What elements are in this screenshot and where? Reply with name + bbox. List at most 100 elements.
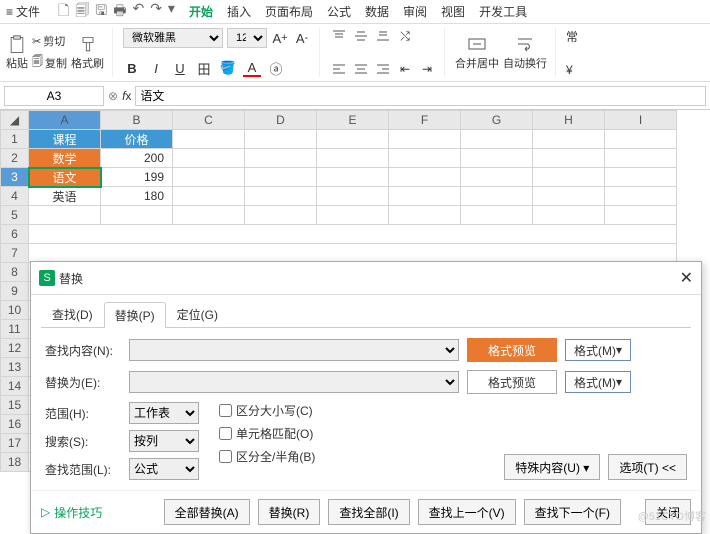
find-content-input[interactable]: [129, 339, 459, 361]
tab-review[interactable]: 审阅: [403, 3, 427, 20]
select-all[interactable]: ◢: [1, 111, 29, 130]
increase-font-icon[interactable]: A+: [271, 29, 289, 47]
col-header-A[interactable]: A: [29, 111, 101, 130]
special-content-button[interactable]: 特殊内容(U) ▾: [504, 454, 600, 480]
tab-insert[interactable]: 插入: [227, 3, 251, 20]
qat-icon[interactable]: ↷: [150, 0, 162, 24]
cell[interactable]: 200: [101, 149, 173, 168]
font-color-button[interactable]: A: [243, 59, 261, 77]
row-header[interactable]: 16: [1, 415, 29, 434]
font-name-select[interactable]: 微软雅黑: [123, 28, 223, 48]
tab-developer[interactable]: 开发工具: [479, 3, 527, 20]
cell[interactable]: [605, 130, 677, 149]
row-header[interactable]: 9: [1, 282, 29, 301]
align-bottom-icon[interactable]: [374, 28, 392, 44]
cell[interactable]: [533, 130, 605, 149]
tips-link[interactable]: ▷操作技巧: [41, 504, 102, 521]
cell[interactable]: [317, 206, 389, 225]
cell[interactable]: [317, 187, 389, 206]
cell[interactable]: [173, 187, 245, 206]
copy-button[interactable]: 🗐复制: [32, 53, 67, 72]
scope-select[interactable]: 工作表: [129, 402, 199, 424]
close-icon[interactable]: ✕: [680, 268, 693, 288]
qat-dropdown-icon[interactable]: ▾: [168, 0, 175, 24]
cell[interactable]: [389, 168, 461, 187]
row-header[interactable]: 1: [1, 130, 29, 149]
row-header[interactable]: 4: [1, 187, 29, 206]
tab-formula[interactable]: 公式: [327, 3, 351, 20]
cell[interactable]: [605, 206, 677, 225]
tab-find[interactable]: 查找(D): [41, 301, 104, 327]
cell[interactable]: [461, 149, 533, 168]
underline-button[interactable]: U: [171, 59, 189, 77]
cell[interactable]: [245, 187, 317, 206]
bold-button[interactable]: B: [123, 59, 141, 77]
file-menu[interactable]: ≡ 文件: [6, 3, 40, 20]
col-header-H[interactable]: H: [533, 111, 605, 130]
cell[interactable]: 课程: [29, 130, 101, 149]
font-size-select[interactable]: 12: [227, 28, 267, 48]
cell[interactable]: [533, 206, 605, 225]
row-header[interactable]: 15: [1, 396, 29, 415]
name-box[interactable]: [4, 86, 104, 106]
tab-start[interactable]: 开始: [189, 3, 213, 20]
cell[interactable]: [533, 187, 605, 206]
find-prev-button[interactable]: 查找上一个(V): [418, 499, 516, 525]
formula-input[interactable]: [135, 86, 706, 106]
fx-icon[interactable]: fx: [122, 89, 131, 103]
cell[interactable]: 数学: [29, 149, 101, 168]
cell[interactable]: [173, 168, 245, 187]
cell[interactable]: [173, 130, 245, 149]
replace-format-button[interactable]: 格式(M) ▾: [565, 371, 631, 393]
wrap-text-button[interactable]: 自动换行: [503, 35, 547, 71]
cell[interactable]: [317, 149, 389, 168]
tab-layout[interactable]: 页面布局: [265, 3, 313, 20]
cell[interactable]: 价格: [101, 130, 173, 149]
cell[interactable]: [605, 168, 677, 187]
row-header[interactable]: 18: [1, 453, 29, 472]
qat-icon[interactable]: 🖫: [95, 0, 107, 24]
cell[interactable]: [533, 149, 605, 168]
currency-button[interactable]: ¥: [566, 63, 578, 77]
cell[interactable]: [245, 149, 317, 168]
cut-button[interactable]: ✂剪切: [32, 33, 67, 49]
match-cell-checkbox[interactable]: 单元格匹配(O): [219, 425, 315, 442]
col-header-I[interactable]: I: [605, 111, 677, 130]
tab-replace[interactable]: 替换(P): [104, 302, 166, 328]
row-header[interactable]: 2: [1, 149, 29, 168]
align-center-icon[interactable]: [352, 61, 370, 77]
match-width-checkbox[interactable]: 区分全/半角(B): [219, 448, 315, 465]
italic-button[interactable]: I: [147, 59, 165, 77]
options-button[interactable]: 选项(T) <<: [608, 454, 687, 480]
col-header-E[interactable]: E: [317, 111, 389, 130]
cell[interactable]: 英语: [29, 187, 101, 206]
fx-cancel-icon[interactable]: ⊗: [108, 89, 118, 103]
decrease-font-icon[interactable]: A-: [293, 29, 311, 47]
lookin-select[interactable]: 公式: [129, 458, 199, 480]
cell-selected[interactable]: 语文: [29, 168, 101, 187]
indent-dec-icon[interactable]: ⇤: [396, 61, 414, 77]
match-case-checkbox[interactable]: 区分大小写(C): [219, 402, 315, 419]
align-right-icon[interactable]: [374, 61, 392, 77]
find-format-button[interactable]: 格式(M) ▾: [565, 339, 631, 361]
cell[interactable]: [389, 149, 461, 168]
format-painter-button[interactable]: 格式刷: [71, 35, 104, 71]
replace-content-input[interactable]: [129, 371, 459, 393]
row-header[interactable]: 10: [1, 301, 29, 320]
col-header-C[interactable]: C: [173, 111, 245, 130]
replace-all-button[interactable]: 全部替换(A): [164, 499, 250, 525]
cell[interactable]: [605, 149, 677, 168]
cell[interactable]: [101, 206, 173, 225]
qat-icon[interactable]: ↶: [132, 0, 144, 24]
cell[interactable]: [245, 206, 317, 225]
row-header[interactable]: 8: [1, 263, 29, 282]
border-button[interactable]: 田: [195, 59, 213, 77]
col-header-G[interactable]: G: [461, 111, 533, 130]
cell[interactable]: [245, 130, 317, 149]
qat-icon[interactable]: 🖶: [113, 0, 126, 24]
row-header[interactable]: 13: [1, 358, 29, 377]
row-header[interactable]: 12: [1, 339, 29, 358]
col-header-F[interactable]: F: [389, 111, 461, 130]
indent-inc-icon[interactable]: ⇥: [418, 61, 436, 77]
tab-view[interactable]: 视图: [441, 3, 465, 20]
